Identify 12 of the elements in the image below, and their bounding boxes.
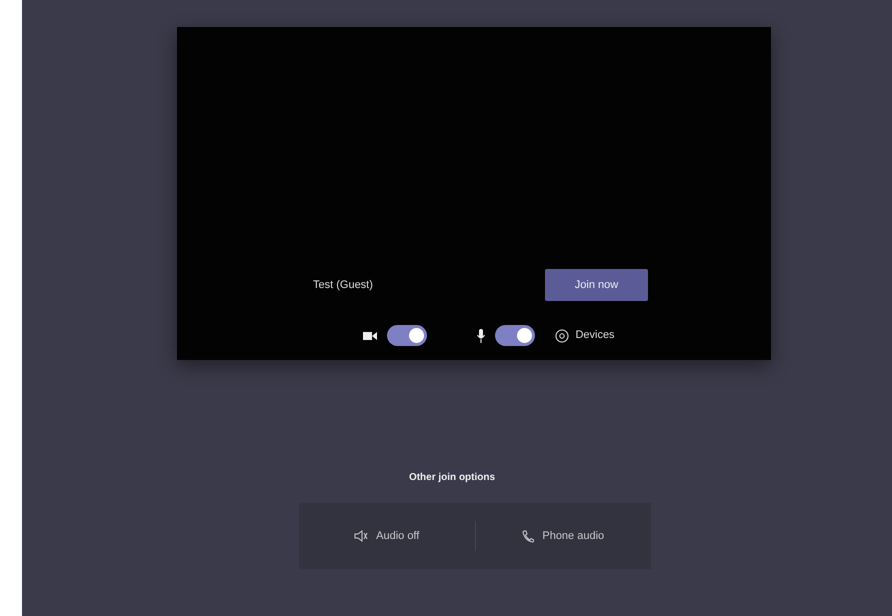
section-heading: Other join options xyxy=(408,471,496,485)
toggle-switch[interactable] xyxy=(495,325,536,346)
devices-button[interactable]: Devices xyxy=(555,327,615,344)
guest-name: Test (Guest) xyxy=(313,278,374,293)
phone-icon xyxy=(522,530,534,542)
microphone-icon xyxy=(477,328,486,342)
join-button[interactable]: Join now xyxy=(545,269,648,301)
join-option-button[interactable]: Audio off xyxy=(299,503,474,569)
join-option-button[interactable]: Phone audio xyxy=(476,503,651,569)
toggle-switch[interactable] xyxy=(387,325,428,346)
camera-icon xyxy=(363,330,378,340)
speaker-off-icon xyxy=(354,530,368,542)
